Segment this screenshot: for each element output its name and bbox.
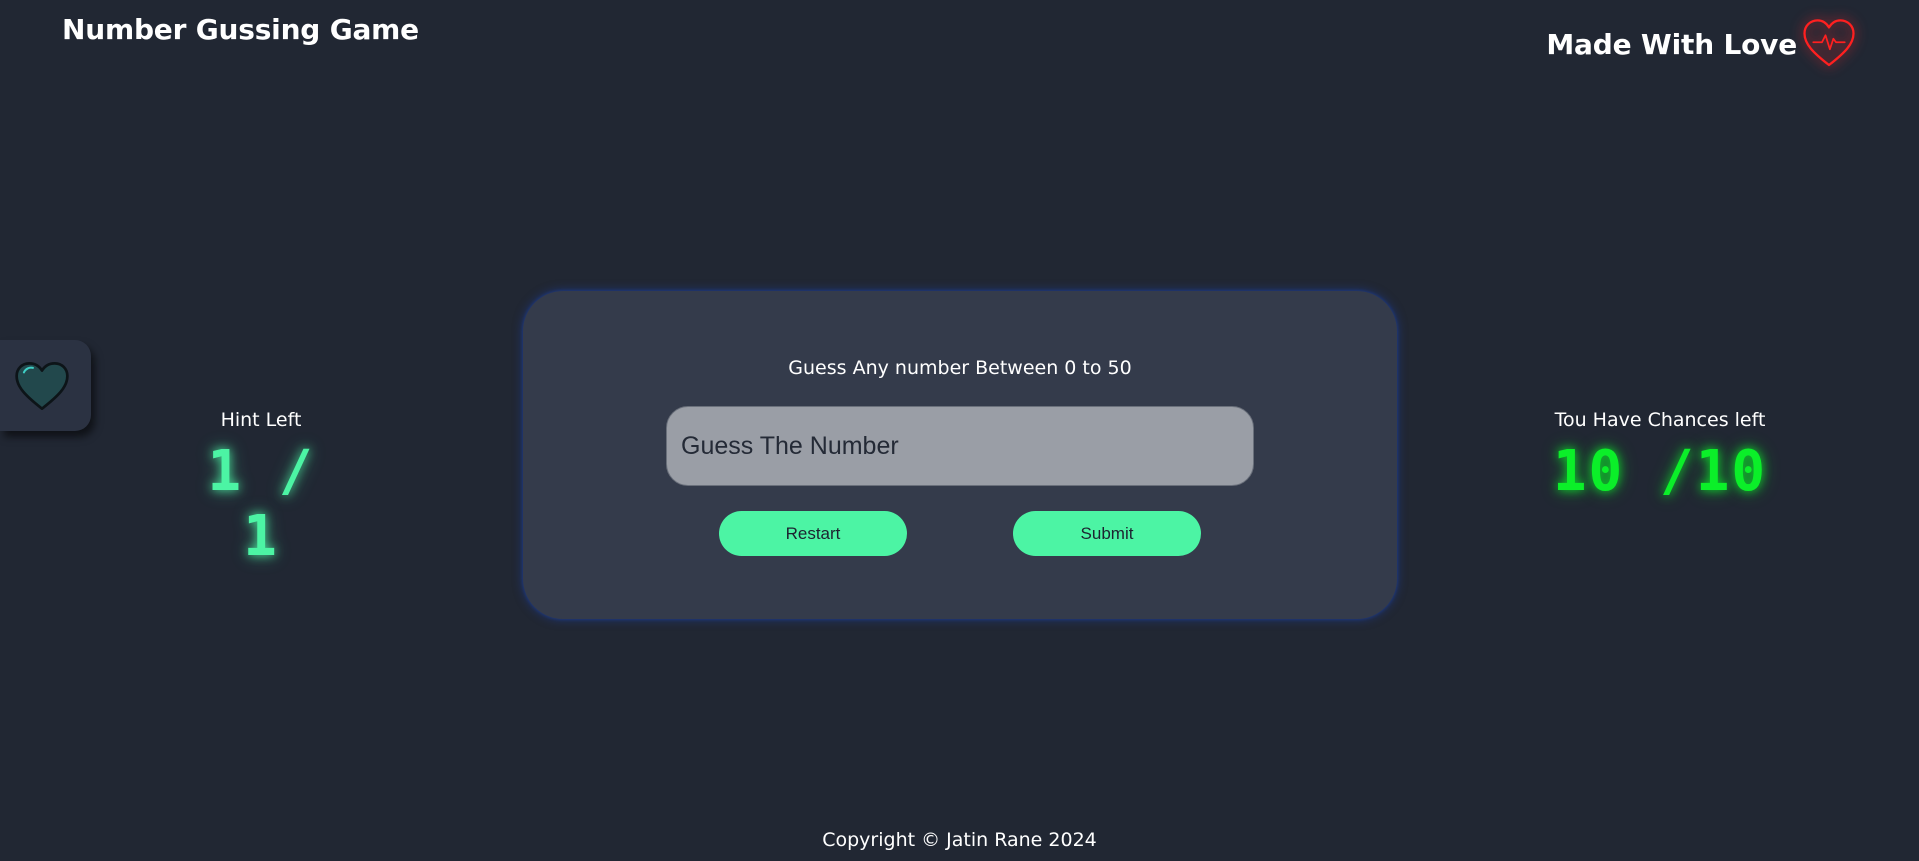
hints-panel: Hint Left 1 / 1: [181, 409, 341, 569]
chances-value: 10 /10: [1552, 439, 1768, 504]
game-card: Guess Any number Between 0 to 50 Restart…: [523, 291, 1397, 619]
guess-prompt: Guess Any number Between 0 to 50: [788, 357, 1132, 379]
heart-pulse-icon: [1803, 19, 1855, 67]
chances-label: Tou Have Chances left: [1554, 409, 1766, 431]
hints-value: 1 / 1: [207, 439, 315, 569]
app-title: Number Gussing Game: [62, 13, 419, 46]
restart-button[interactable]: Restart: [719, 511, 907, 556]
chances-panel: Tou Have Chances left 10 /10: [1540, 409, 1780, 504]
made-with-love-label: Made With Love: [1546, 27, 1797, 61]
guess-input[interactable]: [666, 406, 1254, 486]
side-heart-button[interactable]: [0, 340, 91, 431]
made-with-love: Made With Love: [1546, 16, 1857, 72]
heart-icon: [14, 361, 69, 410]
submit-button[interactable]: Submit: [1013, 511, 1201, 556]
hints-label: Hint Left: [220, 409, 302, 431]
footer-copyright: Copyright © Jatin Rane 2024: [822, 829, 1097, 851]
